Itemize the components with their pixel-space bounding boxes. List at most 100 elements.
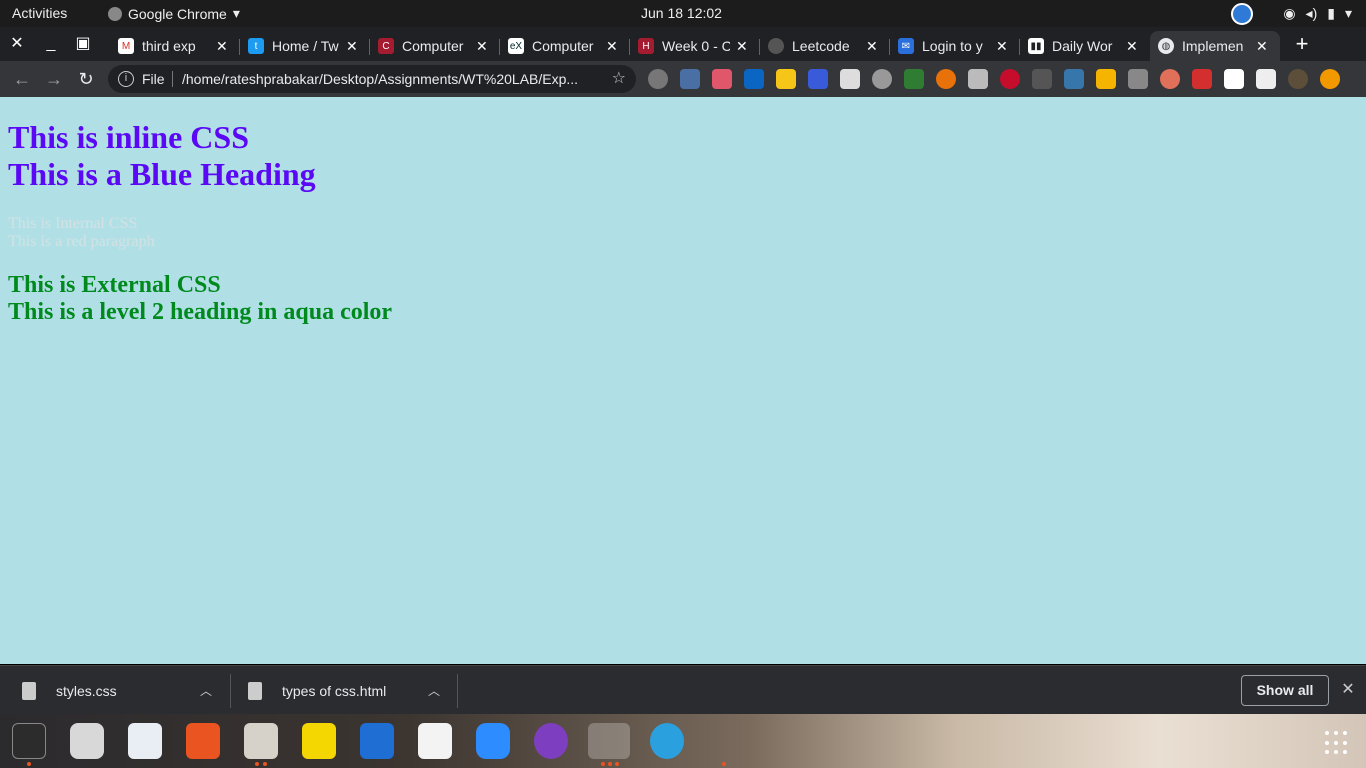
- file-icon: [22, 681, 36, 700]
- screenshot-icon[interactable]: [904, 69, 924, 89]
- new-tab-button[interactable]: +: [1290, 27, 1314, 61]
- tab-5[interactable]: Leetcode ✕: [760, 31, 890, 61]
- close-icon[interactable]: ✕: [1340, 679, 1356, 699]
- linkedin-icon[interactable]: [744, 69, 764, 89]
- tab-0[interactable]: M third exp ✕: [110, 31, 240, 61]
- forward-icon[interactable]: →: [42, 68, 66, 90]
- reload-icon[interactable]: ↻: [74, 68, 98, 90]
- tab-2[interactable]: C Computer ✕: [370, 31, 500, 61]
- vscode-icon[interactable]: [360, 723, 394, 759]
- close-window-icon[interactable]: ✕: [2, 27, 32, 61]
- globe-icon: ◍: [1158, 38, 1174, 54]
- minimize-icon[interactable]: _: [36, 27, 66, 61]
- show-all-button[interactable]: Show all: [1241, 675, 1329, 706]
- tab-6[interactable]: ✉ Login to y ✕: [890, 31, 1020, 61]
- close-tab-icon[interactable]: ✕: [996, 38, 1012, 55]
- thumbs-up-icon[interactable]: [1096, 69, 1116, 89]
- feather-icon[interactable]: [1128, 69, 1148, 89]
- wifi-icon: ◉: [1283, 5, 1296, 21]
- paste-icon[interactable]: [968, 69, 988, 89]
- close-tab-icon[interactable]: ✕: [216, 38, 232, 55]
- close-tab-icon[interactable]: ✕: [346, 38, 362, 55]
- inline-css-heading: This is inline CSS: [8, 119, 249, 155]
- pdf-red-icon[interactable]: [1192, 69, 1212, 89]
- external-css-heading: This is External CSS: [8, 272, 221, 298]
- tor-browser-icon[interactable]: [534, 723, 568, 759]
- clock[interactable]: Jun 18 12:02: [641, 5, 722, 21]
- python-icon[interactable]: [1064, 69, 1084, 89]
- files-icon[interactable]: [244, 723, 278, 759]
- system-top-bar: Activities Google Chrome ▾ Jun 18 12:02 …: [0, 0, 1366, 27]
- document-viewer-icon[interactable]: [418, 723, 452, 759]
- harvard-icon: H: [638, 38, 654, 54]
- tab-title: Daily Wor: [1052, 38, 1113, 54]
- tab-strip: ✕ _ ▣ M third exp ✕ t Home / Tw ✕ C Comp…: [0, 27, 1366, 61]
- terminal-icon[interactable]: [12, 723, 46, 759]
- browser-toolbar: ← → ↻ i File /home/rateshprabakar/Deskto…: [0, 61, 1366, 97]
- pen-icon[interactable]: [1256, 69, 1276, 89]
- chrome-dock-icon[interactable]: [588, 723, 630, 759]
- recycle-icon[interactable]: [1032, 69, 1052, 89]
- update-alert-icon[interactable]: [1320, 69, 1340, 89]
- m-extension-icon[interactable]: [776, 69, 796, 89]
- tab-title: Home / Tw: [272, 38, 339, 54]
- chevron-up-icon[interactable]: ︿: [200, 682, 212, 699]
- download-filename: styles.css: [56, 682, 117, 699]
- tab-3[interactable]: eX Computer ✕: [500, 31, 630, 61]
- app-menu[interactable]: Google Chrome ▾: [108, 5, 240, 22]
- libreoffice-writer-icon[interactable]: [128, 723, 162, 759]
- address-bar[interactable]: i File /home/rateshprabakar/Desktop/Assi…: [108, 65, 636, 93]
- tab-4[interactable]: H Week 0 - C ✕: [630, 31, 760, 61]
- adblock-icon[interactable]: [1000, 69, 1020, 89]
- download-filename: types of css.html: [282, 682, 387, 699]
- h-extension-icon[interactable]: [936, 69, 956, 89]
- wave-icon[interactable]: [808, 69, 828, 89]
- download-item[interactable]: types of css.html ︿: [248, 666, 448, 715]
- notes-icon[interactable]: [302, 723, 336, 759]
- rhythmbox-icon[interactable]: [70, 723, 104, 759]
- tab-7[interactable]: ▮▮ Daily Wor ✕: [1020, 31, 1150, 61]
- close-tab-icon[interactable]: ✕: [1256, 38, 1272, 55]
- flag-badge-icon[interactable]: [712, 69, 732, 89]
- aqua-heading: This is a level 2 heading in aqua color: [8, 299, 393, 325]
- system-tray[interactable]: ◉ ◂) ▮ ▾: [1231, 0, 1366, 27]
- bulb-icon[interactable]: [872, 69, 892, 89]
- bookmark-star-icon[interactable]: ☆: [612, 68, 626, 88]
- close-tab-icon[interactable]: ✕: [606, 38, 622, 55]
- close-tab-icon[interactable]: ✕: [866, 38, 882, 55]
- pdf-icon[interactable]: [1224, 69, 1244, 89]
- ring-icon[interactable]: [1160, 69, 1180, 89]
- tab-8-active[interactable]: ◍ Implemen ✕: [1150, 31, 1280, 61]
- zoom-icon[interactable]: [476, 723, 510, 759]
- mail-badge-icon[interactable]: [680, 69, 700, 89]
- tab-1[interactable]: t Home / Tw ✕: [240, 31, 370, 61]
- extensions-area: [648, 69, 1340, 91]
- close-tab-icon[interactable]: ✕: [1126, 38, 1142, 55]
- software-store-icon[interactable]: [186, 723, 220, 759]
- url-text[interactable]: /home/rateshprabakar/Desktop/Assignments…: [182, 71, 602, 87]
- telegram-icon[interactable]: [650, 723, 684, 759]
- github-icon: [768, 38, 784, 54]
- file-icon: [248, 681, 262, 700]
- restore-icon[interactable]: ▣: [68, 27, 98, 61]
- show-applications-icon[interactable]: [1325, 731, 1349, 755]
- back-icon[interactable]: ←: [10, 68, 34, 90]
- dropdown-arrow-icon: ▾: [232, 5, 240, 21]
- internal-css-paragraph: This is Internal CSS: [8, 215, 138, 232]
- edx-icon: eX: [508, 38, 524, 54]
- tab-title: third exp: [142, 38, 196, 54]
- close-tab-icon[interactable]: ✕: [476, 38, 492, 55]
- edu-icon: C: [378, 38, 394, 54]
- download-item[interactable]: styles.css ︿: [22, 666, 222, 715]
- download-shelf: styles.css ︿ types of css.html ︿ Show al…: [0, 665, 1366, 714]
- teamviewer-icon[interactable]: [1231, 2, 1254, 25]
- chat-bubble-icon[interactable]: [648, 69, 668, 89]
- gmail-icon: M: [118, 38, 134, 54]
- activities-button[interactable]: Activities: [12, 5, 67, 21]
- chevron-up-icon[interactable]: ︿: [428, 682, 440, 699]
- battery-icon: ▮: [1327, 5, 1335, 21]
- reader-icon[interactable]: [840, 69, 860, 89]
- avatar[interactable]: [1288, 69, 1308, 89]
- info-icon[interactable]: i: [118, 71, 134, 87]
- close-tab-icon[interactable]: ✕: [736, 38, 752, 55]
